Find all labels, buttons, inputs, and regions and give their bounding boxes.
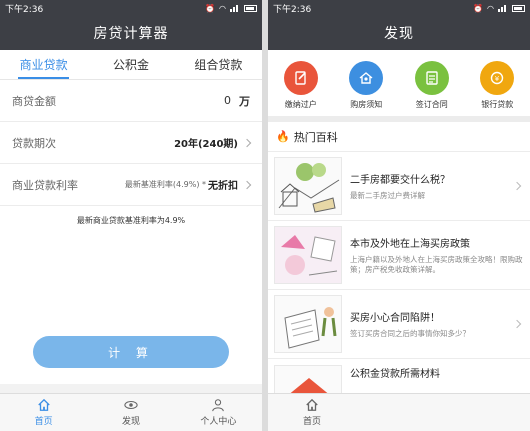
quick-link-label: 缴纳过户 [284,99,317,109]
alarm-icon: ⏰ [473,3,484,13]
discover-screen: 下午2:36 ⏰ ◠ 发现 缴纳过户 购房须知 签订合同 ¥ 银行贷款 🔥 热门… [268,0,530,431]
article-thumbnail [274,226,342,284]
article-title: 本市及外地在上海买房政策 [350,238,470,250]
contract-icon [414,60,449,95]
loan-type-tabs: 商业贷款 公积金 组合贷款 [0,50,262,80]
list-item[interactable]: 买房小心合同陷阱！ 签订买房合同之后的事情你知多少？ [268,290,530,359]
chevron-right-icon [242,180,252,189]
quick-link-label: 购房须知 [350,99,383,109]
status-time: 下午2:36 [273,4,312,15]
loan-amount-row[interactable]: 商贷金额 0 万 [0,80,262,122]
user-icon [212,399,225,412]
tab-provident-fund[interactable]: 公积金 [87,50,174,79]
hot-wiki-header: 🔥 热门百科 [268,122,530,152]
bottom-tab-bar: 首页 发现 个人中心 [0,393,262,431]
status-icons: ⏰ ◠ [205,4,257,13]
wifi-icon: ◠ [219,3,226,13]
status-icons: ⏰ ◠ [473,4,525,13]
loan-amount-unit: 万 [239,94,250,108]
quick-link-bank-loan[interactable]: ¥ 银行贷款 [480,60,515,110]
tab-profile[interactable]: 个人中心 [175,394,262,431]
chevron-right-icon [512,319,522,329]
article-desc: 上海户籍以及外地人在上海买房政策全攻略！限购政策；房产税免收政策详解。 [350,254,523,274]
loan-term-row[interactable]: 贷款期次 20年(240期) [0,122,262,164]
coin-icon: ¥ [480,60,515,95]
loan-rate-discount: 无折扣 [208,181,238,192]
tab-home[interactable]: 首页 [268,394,356,431]
list-item[interactable]: 本市及外地在上海买房政策 上海户籍以及外地人在上海买房政策全攻略！限购政策；房产… [268,221,530,290]
quick-link-notice[interactable]: 购房须知 [349,60,384,110]
home-icon [37,398,50,411]
article-title: 公积金贷款所需材料 [350,369,440,380]
signal-icon [498,4,508,12]
svg-text:¥: ¥ [495,75,500,83]
quick-link-label: 银行贷款 [481,99,514,109]
loan-amount-input[interactable]: 0 [224,94,231,107]
tab-commercial-loan[interactable]: 商业贷款 [0,50,87,79]
alarm-icon: ⏰ [205,3,216,13]
loan-rate-row[interactable]: 商业贷款利率 最新基准利率(4.9%) * 无折扣 [0,164,262,206]
loan-calculator-screen: 下午2:36 ⏰ ◠ 房贷计算器 商业贷款 公积金 组合贷款 商贷金额 0 万 [0,0,262,431]
status-bar: 下午2:36 ⏰ ◠ [0,0,262,16]
article-thumbnail [274,295,342,353]
tab-home[interactable]: 首页 [0,394,87,431]
quick-links: 缴纳过户 购房须知 签订合同 ¥ 银行贷款 [268,50,530,116]
article-list: 二手房都要交什么税？ 最新二手房过户费详解 本市及外地在上海买房政策 上海户籍以… [268,152,530,428]
loan-rate-label: 商业贷款利率 [12,178,78,192]
quick-link-contract[interactable]: 签订合同 [414,60,449,110]
loan-rate-base: 最新基准利率(4.9%) * [124,180,206,189]
calculate-button[interactable]: 计 算 [33,336,229,368]
eye-icon [124,400,138,410]
tab-combined-loan[interactable]: 组合贷款 [175,50,262,79]
article-title: 买房小心合同陷阱！ [350,312,440,324]
house-icon [349,60,384,95]
tab-profile-label: 个人中心 [200,417,237,427]
signal-icon [230,4,240,12]
loan-amount-label: 商贷金额 [12,94,56,108]
article-title: 二手房都要交什么税？ [350,174,450,186]
status-time: 下午2:36 [5,4,44,15]
chevron-right-icon [512,181,522,191]
tab-home-label: 首页 [302,417,321,427]
article-thumbnail [274,157,342,215]
list-item[interactable]: 二手房都要交什么税？ 最新二手房过户费详解 [268,152,530,221]
tab-discover[interactable]: 发现 [87,394,174,431]
hot-wiki-title: 热门百科 [293,130,338,144]
edit-icon [283,60,318,95]
battery-icon [244,4,257,12]
article-desc: 签订买房合同之后的事情你知多少？ [350,328,470,338]
quick-link-transfer[interactable]: 缴纳过户 [283,60,318,110]
bottom-tab-bar: 首页 [268,393,530,431]
loan-term-value: 20年(240期) [174,139,238,150]
home-icon [306,398,318,411]
article-desc: 最新二手房过户费详解 [350,190,425,200]
loan-term-label: 贷款期次 [12,136,56,150]
page-title: 房贷计算器 [0,16,262,50]
quick-link-label: 签订合同 [415,99,448,109]
chevron-right-icon [242,138,252,147]
status-bar: 下午2:36 ⏰ ◠ [268,0,530,16]
battery-icon [512,4,525,12]
tab-discover-label: 发现 [121,417,140,427]
wifi-icon: ◠ [487,3,494,13]
page-title: 发现 [268,16,530,50]
flame-icon: 🔥 [276,130,290,143]
tab-home-label: 首页 [34,417,53,427]
